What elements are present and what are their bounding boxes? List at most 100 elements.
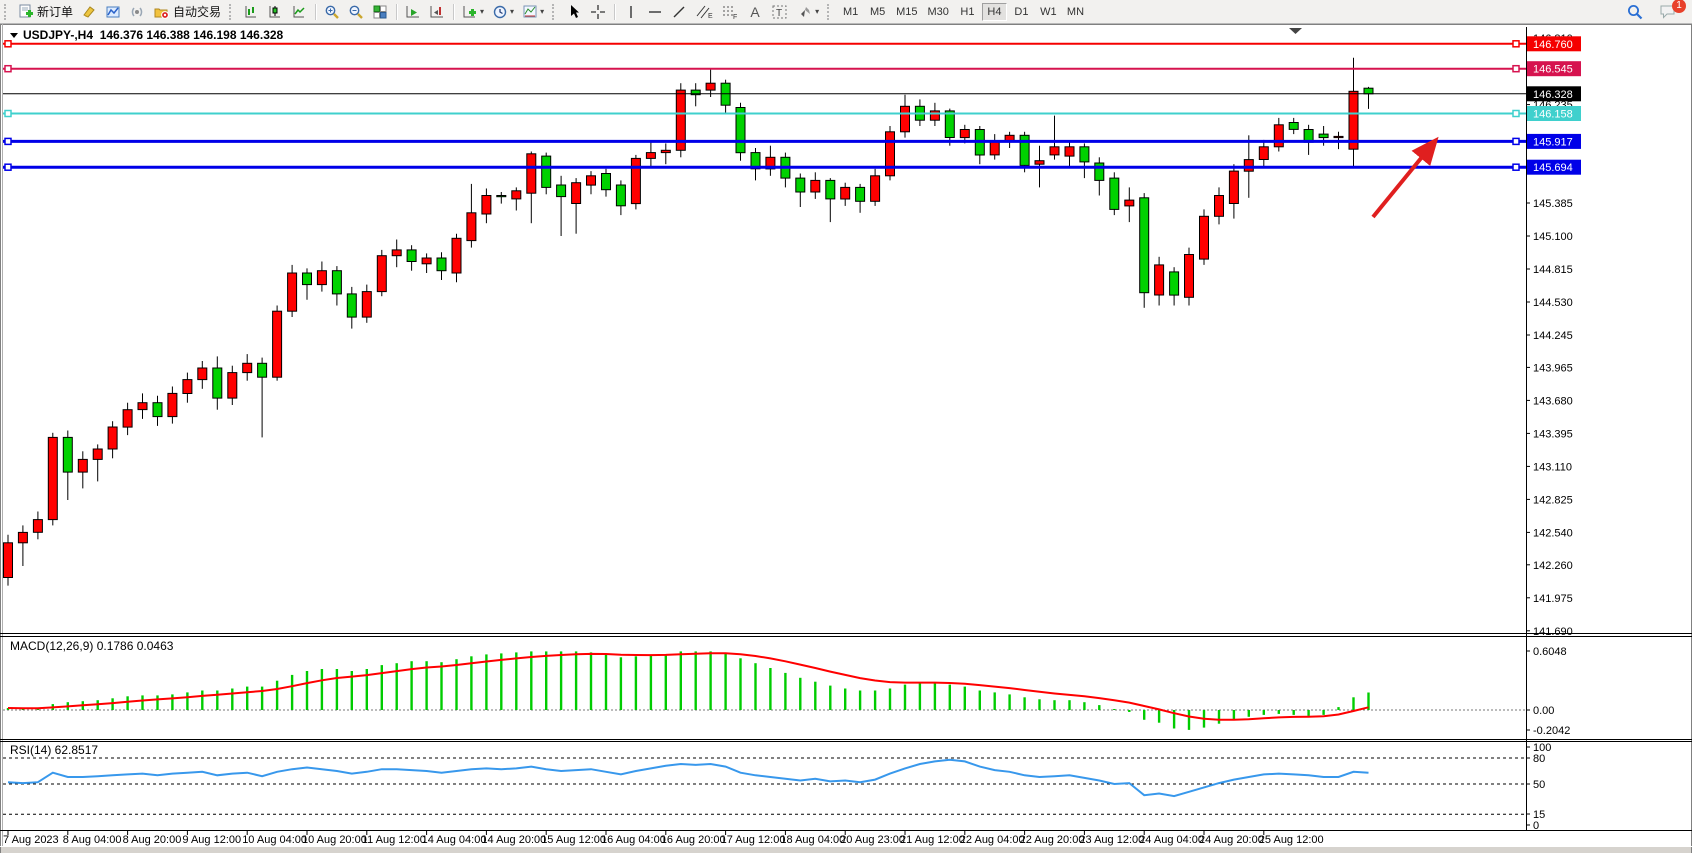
timeframe-MN[interactable]: MN: [1063, 3, 1088, 21]
svg-text:21 Aug 12:00: 21 Aug 12:00: [900, 834, 965, 846]
zoom-in-button[interactable]: [321, 2, 343, 22]
indicators-button[interactable]: ▾: [459, 2, 487, 22]
svg-text:142.260: 142.260: [1533, 560, 1573, 572]
chevron-down-icon: ▾: [815, 7, 819, 16]
candle: [960, 130, 969, 138]
toolbar-grip[interactable]: [229, 4, 235, 20]
candle: [796, 178, 805, 192]
candle: [616, 185, 625, 206]
line-handle: [5, 138, 11, 144]
toolbar-grip[interactable]: [4, 4, 10, 20]
cursor-button[interactable]: [563, 2, 585, 22]
timeframe-H4[interactable]: H4: [982, 3, 1007, 21]
svg-text:145.694: 145.694: [1533, 162, 1573, 174]
crosshair-button[interactable]: [587, 2, 609, 22]
candle: [48, 437, 57, 519]
candle: [4, 543, 13, 578]
horizontal-line-button[interactable]: [644, 2, 666, 22]
vertical-line-icon: [623, 4, 639, 20]
bar-chart-button[interactable]: [240, 2, 262, 22]
new-order-button[interactable]: 新订单: [15, 2, 76, 22]
auto-scroll-button[interactable]: [402, 2, 424, 22]
fibonacci-button[interactable]: F: [718, 2, 742, 22]
candle: [527, 154, 536, 193]
line-handle: [1513, 41, 1519, 47]
crosshair-icon: [590, 4, 606, 20]
svg-text:146.158: 146.158: [1533, 109, 1573, 121]
text-label-button[interactable]: T: [768, 2, 792, 22]
chat-button[interactable]: 1: [1656, 2, 1681, 22]
zoom-out-button[interactable]: [345, 2, 367, 22]
candle: [288, 273, 297, 311]
svg-text:0.6048: 0.6048: [1533, 646, 1567, 658]
timeframe-W1[interactable]: W1: [1036, 3, 1061, 21]
svg-text:18 Aug 04:00: 18 Aug 04:00: [780, 834, 845, 846]
toolbar-grip[interactable]: [552, 4, 558, 20]
candle-chart-button[interactable]: [264, 2, 286, 22]
candle: [1140, 198, 1149, 293]
timeframe-H1[interactable]: H1: [955, 3, 980, 21]
search-button[interactable]: [1623, 2, 1647, 22]
candle: [1020, 135, 1029, 165]
toolbar-separator: [453, 4, 454, 20]
svg-text:22 Aug 04:00: 22 Aug 04:00: [960, 834, 1025, 846]
candle: [33, 520, 42, 533]
candle: [661, 150, 670, 152]
toolbar-separator: [315, 4, 316, 20]
candle: [856, 187, 865, 201]
toolbar-separator: [614, 4, 615, 20]
vertical-line-button[interactable]: [620, 2, 642, 22]
chart-ohlc-values: 146.376 146.388 146.198 146.328: [100, 28, 284, 42]
svg-text:E: E: [708, 13, 713, 20]
candle: [572, 183, 581, 204]
text-button[interactable]: A: [744, 2, 766, 22]
candle: [228, 373, 237, 399]
toolbar-separator: [396, 4, 397, 20]
signal-button[interactable]: [126, 2, 148, 22]
svg-text:9 Aug 12:00: 9 Aug 12:00: [182, 834, 241, 846]
brush-button[interactable]: [78, 2, 100, 22]
timeframe-M30[interactable]: M30: [924, 3, 953, 21]
signal-icon: [129, 4, 145, 20]
trendline-button[interactable]: [668, 2, 690, 22]
horizontal-line-icon: [647, 4, 663, 20]
equidistant-channel-button[interactable]: E: [692, 2, 716, 22]
timeframe-M1[interactable]: M1: [838, 3, 863, 21]
new-order-icon: [18, 4, 34, 20]
autotrading-button[interactable]: 自动交易: [150, 2, 224, 22]
timeframe-M15[interactable]: M15: [892, 3, 921, 21]
clock-icon: [492, 4, 508, 20]
candle: [123, 410, 132, 427]
svg-text:11 Aug 12:00: 11 Aug 12:00: [362, 834, 426, 846]
autotrading-icon: [153, 4, 170, 20]
timeframe-D1[interactable]: D1: [1009, 3, 1034, 21]
svg-text:146.545: 146.545: [1533, 64, 1573, 76]
bar-chart-icon: [243, 4, 259, 20]
svg-text:F: F: [733, 14, 737, 20]
zoom-out-icon: [348, 4, 364, 20]
periods-button[interactable]: ▾: [489, 2, 517, 22]
svg-text:16 Aug 04:00: 16 Aug 04:00: [601, 834, 666, 846]
tile-windows-button[interactable]: [369, 2, 391, 22]
templates-button[interactable]: ▾: [519, 2, 547, 22]
timeframe-M5[interactable]: M5: [865, 3, 890, 21]
candle: [1110, 178, 1119, 209]
line-chart-button[interactable]: [288, 2, 310, 22]
candle: [826, 180, 835, 199]
toolbar-grip[interactable]: [827, 4, 833, 20]
svg-text:10 Aug 20:00: 10 Aug 20:00: [302, 834, 367, 846]
svg-text:144.530: 144.530: [1533, 297, 1573, 309]
symbol-dropdown-icon[interactable]: [10, 33, 18, 38]
candle: [78, 459, 87, 472]
candle: [452, 238, 461, 273]
candle: [467, 213, 476, 241]
candle: [153, 403, 162, 417]
svg-text:24 Aug 20:00: 24 Aug 20:00: [1199, 834, 1264, 846]
arrows-button[interactable]: ▾: [794, 2, 822, 22]
profile-chart-button[interactable]: [102, 2, 124, 22]
chart-shift-button[interactable]: [426, 2, 448, 22]
candle: [1155, 265, 1164, 295]
candle: [18, 532, 27, 542]
status-strip: [1, 847, 1691, 853]
zoom-in-icon: [324, 4, 340, 20]
